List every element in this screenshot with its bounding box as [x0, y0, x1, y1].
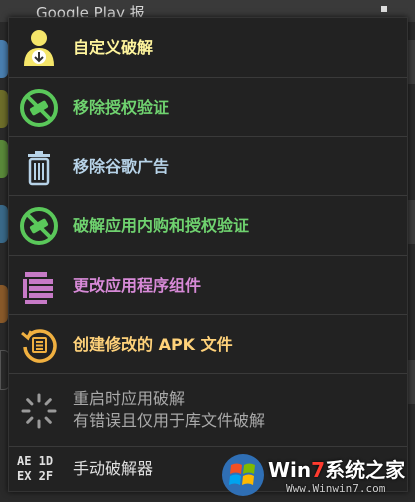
watermark-num: 7: [311, 458, 326, 482]
background-app-icon: [0, 90, 8, 128]
menu-item-label: 更改应用程序组件: [73, 276, 202, 295]
components-icon: [19, 266, 59, 306]
windows-logo-icon: [222, 454, 264, 496]
menu-item-remove-ads[interactable]: 移除谷歌广告: [9, 137, 407, 196]
watermark-win: Win: [268, 458, 312, 482]
menu-item-remove-license[interactable]: 移除授权验证: [9, 78, 407, 137]
menu-item-sublabel: 有错误且仅用于库文件破解: [73, 411, 266, 430]
no-purchase-icon: [19, 206, 59, 246]
menu-item-label: 破解应用内购和授权验证: [73, 216, 250, 235]
background-app-icon: [0, 40, 8, 78]
patch-options-dialog: 自定义破解 移除授权验证 移除谷歌广告 破解应用内购和授权验证 更改应用程序组件…: [8, 17, 408, 492]
background-right-strip: [408, 200, 415, 244]
menu-item-label: 移除谷歌广告: [73, 157, 170, 176]
hex-code-text: AE 1D EX 2F: [17, 454, 54, 483]
menu-item-label: 手动破解器: [73, 459, 154, 478]
background-header-indicator: [381, 6, 387, 12]
background-app-icon: [0, 140, 8, 178]
menu-item-custom-patch[interactable]: 自定义破解: [9, 18, 407, 78]
background-right-strip: [408, 360, 415, 404]
background-app-icon: [0, 205, 8, 243]
watermark-rest: 系统之家: [325, 458, 406, 482]
menu-item-create-apk[interactable]: 创建修改的 APK 文件: [9, 315, 407, 374]
trash-icon: [19, 147, 59, 187]
menu-item-change-components[interactable]: 更改应用程序组件: [9, 256, 407, 315]
watermark-url: Www.Winwin7.com: [286, 482, 386, 495]
hex-code-icon: AE 1D EX 2F: [17, 449, 65, 489]
menu-item-label: 重启时应用破解: [73, 389, 186, 408]
watermark: Win7系统之家 Www.Winwin7.com: [216, 448, 414, 502]
menu-item-label: 移除授权验证: [73, 98, 170, 117]
background-right-strip: [408, 40, 415, 84]
watermark-brand: Win7系统之家: [268, 454, 405, 483]
menu-item-crack-iap-license[interactable]: 破解应用内购和授权验证: [9, 196, 407, 256]
no-license-icon: [19, 88, 59, 128]
menu-item-patch-on-reboot[interactable]: 重启时应用破解 有错误且仅用于库文件破解: [9, 374, 407, 447]
user-download-icon: [19, 28, 59, 68]
menu-item-label: 自定义破解: [73, 38, 154, 57]
menu-item-label: 创建修改的 APK 文件: [73, 335, 233, 354]
apk-history-icon: [19, 325, 59, 365]
background-app-icon: [0, 285, 8, 323]
loading-icon: [19, 391, 59, 431]
